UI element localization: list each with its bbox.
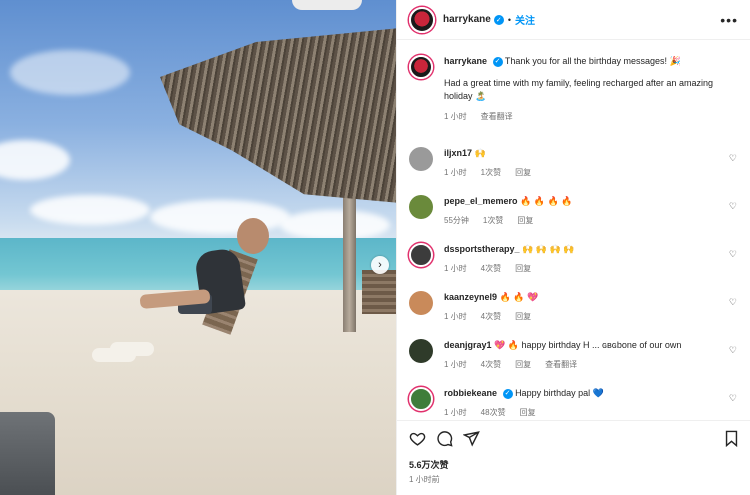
- avatar[interactable]: [409, 339, 433, 363]
- comment-icon[interactable]: [436, 430, 453, 452]
- comment-row: deanjgray1 💖 🔥 happy birthday H ... ɢʙɢb…: [409, 339, 739, 387]
- reply-button[interactable]: 回复: [515, 311, 531, 322]
- comment-text: 🙌 🙌 🙌 🙌: [522, 244, 575, 254]
- avatar[interactable]: [409, 55, 433, 79]
- comment-row: iljxn17 🙌 1 小时 1次赞 回复 ♡: [409, 147, 739, 195]
- cloud: [10, 50, 130, 95]
- avatar[interactable]: [409, 243, 433, 267]
- translate-link[interactable]: 查看翻译: [481, 111, 513, 122]
- comment-text: 💖 🔥 happy birthday H ... ɢʙɢbone of our …: [494, 340, 682, 350]
- ellipsis-icon[interactable]: •••: [720, 12, 738, 28]
- heart-icon[interactable]: [409, 430, 426, 452]
- like-count[interactable]: 5.6万次赞: [409, 458, 449, 471]
- comment-username[interactable]: iljxn17: [444, 148, 472, 158]
- comment-text: 🙌: [474, 148, 486, 158]
- comment-row: pepe_el_memero 🔥 🔥 🔥 🔥 55分钟 1次赞 回复 ♡: [409, 195, 739, 243]
- avatar[interactable]: [409, 147, 433, 171]
- heart-icon[interactable]: ♡: [729, 249, 737, 260]
- post-username[interactable]: harrykane: [443, 14, 491, 25]
- reply-button[interactable]: 回复: [515, 263, 531, 274]
- heart-icon[interactable]: ♡: [729, 393, 737, 404]
- sand: [0, 290, 396, 495]
- heart-icon[interactable]: ♡: [729, 345, 737, 356]
- sandals: [92, 348, 136, 362]
- avatar[interactable]: [409, 291, 433, 315]
- avatar[interactable]: [409, 387, 433, 411]
- verified-icon: ✓: [502, 388, 513, 399]
- comment-username[interactable]: robbiekeane: [444, 388, 497, 398]
- comment-username[interactable]: dssportstherapy_: [444, 244, 520, 254]
- comment-time: 1 小时: [444, 408, 467, 417]
- avatar[interactable]: [409, 195, 433, 219]
- lounger: [0, 412, 55, 495]
- comment-time: 1 小时: [444, 312, 467, 321]
- caption-text: Thank you for all the birthday messages!…: [504, 56, 681, 66]
- reply-button[interactable]: 回复: [515, 167, 531, 178]
- heart-icon[interactable]: ♡: [729, 153, 737, 164]
- translate-link[interactable]: 查看翻译: [545, 359, 577, 370]
- comment-text: Happy birthday pal 💙: [515, 388, 604, 398]
- post-photo[interactable]: ›: [0, 0, 396, 495]
- share-icon[interactable]: [462, 430, 480, 452]
- comment-time: 55分钟: [444, 216, 469, 225]
- comment-username[interactable]: kaanzeynel9: [444, 292, 497, 302]
- comment-text: 🔥 🔥 🔥 🔥: [520, 196, 573, 206]
- second-chair: [362, 270, 396, 314]
- comment-likes[interactable]: 4次赞: [481, 263, 501, 274]
- caption-username[interactable]: harrykane: [444, 56, 487, 66]
- heart-icon[interactable]: ♡: [729, 297, 737, 308]
- verified-icon: ✓: [493, 14, 504, 25]
- comment-username[interactable]: deanjgray1: [444, 340, 492, 350]
- thatch-umbrella: [160, 28, 396, 203]
- comment-likes[interactable]: 4次赞: [481, 359, 501, 370]
- comment-time: 1 小时: [444, 168, 467, 177]
- comment-text: 🔥 🔥 💖: [499, 292, 539, 302]
- reply-button[interactable]: 回复: [517, 215, 533, 226]
- comment-likes[interactable]: 48次赞: [481, 407, 506, 418]
- cloud: [280, 210, 390, 240]
- bookmark-icon[interactable]: [724, 430, 739, 452]
- comment-likes[interactable]: 1次赞: [483, 215, 503, 226]
- comment-time: 1 小时: [444, 360, 467, 369]
- heart-icon[interactable]: ♡: [729, 201, 737, 212]
- follow-button[interactable]: 关注: [515, 12, 535, 27]
- caption: harrykane ✓ Thank you for all the birthd…: [409, 55, 739, 147]
- verified-icon: ✓: [492, 56, 503, 67]
- chevron-right-icon: ›: [378, 259, 382, 271]
- cloud: [0, 140, 70, 180]
- post-header: harrykane ✓ • 关注 •••: [397, 0, 750, 40]
- comment-row: robbiekeane ✓ Happy birthday pal 💙 1 小时 …: [409, 387, 739, 419]
- carousel-next-button[interactable]: ›: [371, 256, 389, 274]
- cloud: [150, 200, 290, 234]
- reply-button[interactable]: 回复: [515, 359, 531, 370]
- caption-extra: Had a great time with my family, feeling…: [444, 78, 713, 101]
- comments-list[interactable]: harrykane ✓ Thank you for all the birthd…: [397, 41, 750, 419]
- separator-dot: •: [507, 14, 511, 25]
- comment-username[interactable]: pepe_el_memero: [444, 196, 518, 206]
- post-time: 1 小时前: [409, 475, 440, 484]
- comment-row: dssportstherapy_ 🙌 🙌 🙌 🙌 1 小时 4次赞 回复 ♡: [409, 243, 739, 291]
- comment-row: kaanzeynel9 🔥 🔥 💖 1 小时 4次赞 回复 ♡: [409, 291, 739, 339]
- comment-likes[interactable]: 4次赞: [481, 311, 501, 322]
- comment-time: 1 小时: [444, 264, 467, 273]
- caption-time: 1 小时: [444, 112, 467, 121]
- umbrella-top: [292, 0, 362, 10]
- post-panel: harrykane ✓ • 关注 ••• harrykane ✓ Thank y…: [396, 0, 750, 495]
- comment-likes[interactable]: 1次赞: [481, 167, 501, 178]
- avatar[interactable]: [409, 6, 435, 33]
- cloud: [30, 195, 150, 225]
- action-bar: [397, 420, 750, 460]
- person-head: [237, 218, 269, 254]
- reply-button[interactable]: 回复: [520, 407, 536, 418]
